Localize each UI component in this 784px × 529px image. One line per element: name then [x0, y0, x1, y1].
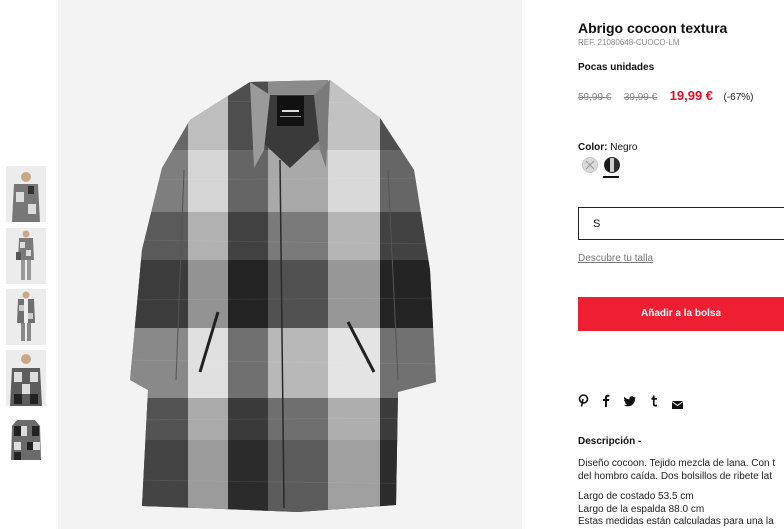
stock-status: Pocas unidades [578, 62, 655, 73]
price-block: 59,99 € 39,99 € 19,99 € (-67%) [578, 87, 754, 105]
selected-color-indicator [603, 176, 619, 178]
twitter-icon[interactable] [624, 394, 636, 412]
measurements-text: Largo de costado 53.5 cm Largo de la esp… [578, 491, 774, 529]
discount-badge: (-67%) [723, 92, 754, 103]
description-text: Diseño cocoon. Tejido mezcla de lana. Co… [578, 458, 775, 483]
price-current: 19,99 € [669, 88, 714, 103]
size-selected-value: S [593, 218, 601, 230]
email-icon[interactable] [671, 396, 684, 414]
thumbnail-2[interactable] [6, 228, 46, 284]
price-original: 59,99 € [578, 92, 612, 103]
tumblr-icon[interactable] [650, 394, 658, 412]
thumbnail-5[interactable] [6, 412, 46, 468]
description-line: del hombro caída. Dos bolsillos de ribet… [578, 470, 772, 482]
description-line: Diseño cocoon. Tejido mezcla de lana. Co… [578, 458, 776, 469]
measurement-line: Estas medidas están calculadas para una … [578, 516, 774, 527]
thumbnail-3[interactable] [6, 289, 46, 345]
color-label: Color: Negro [578, 142, 637, 153]
add-to-bag-label: Añadir a la bolsa [640, 308, 722, 319]
pinterest-icon[interactable] [578, 394, 589, 412]
color-label-title: Color: [578, 142, 608, 153]
main-product-image[interactable] [58, 0, 522, 529]
product-title: Abrigo cocoon textura [578, 20, 728, 36]
color-swatch-light[interactable] [582, 157, 598, 173]
price-previous: 39,99 € [623, 92, 658, 103]
facebook-icon[interactable] [602, 394, 610, 412]
size-selector[interactable]: S [578, 207, 784, 240]
product-info-panel: Abrigo cocoon textura REF. 21080648-CUOC… [578, 0, 784, 529]
description-toggle[interactable]: Descripción - [578, 436, 641, 447]
thumbnail-1[interactable] [6, 166, 46, 222]
add-to-bag-button[interactable]: Añadir a la bolsa [578, 297, 784, 331]
measurement-line: Largo de la espalda 88.0 cm [578, 503, 705, 515]
thumbnail-4[interactable] [6, 350, 46, 406]
size-guide-link[interactable]: Descubre tu talla [578, 253, 653, 264]
color-swatch-black[interactable] [604, 157, 620, 173]
color-value: Negro [610, 142, 638, 153]
measurement-line: Largo de costado 53.5 cm [578, 491, 694, 502]
product-ref: REF. 21080648-CUOCO-LM [578, 38, 680, 47]
